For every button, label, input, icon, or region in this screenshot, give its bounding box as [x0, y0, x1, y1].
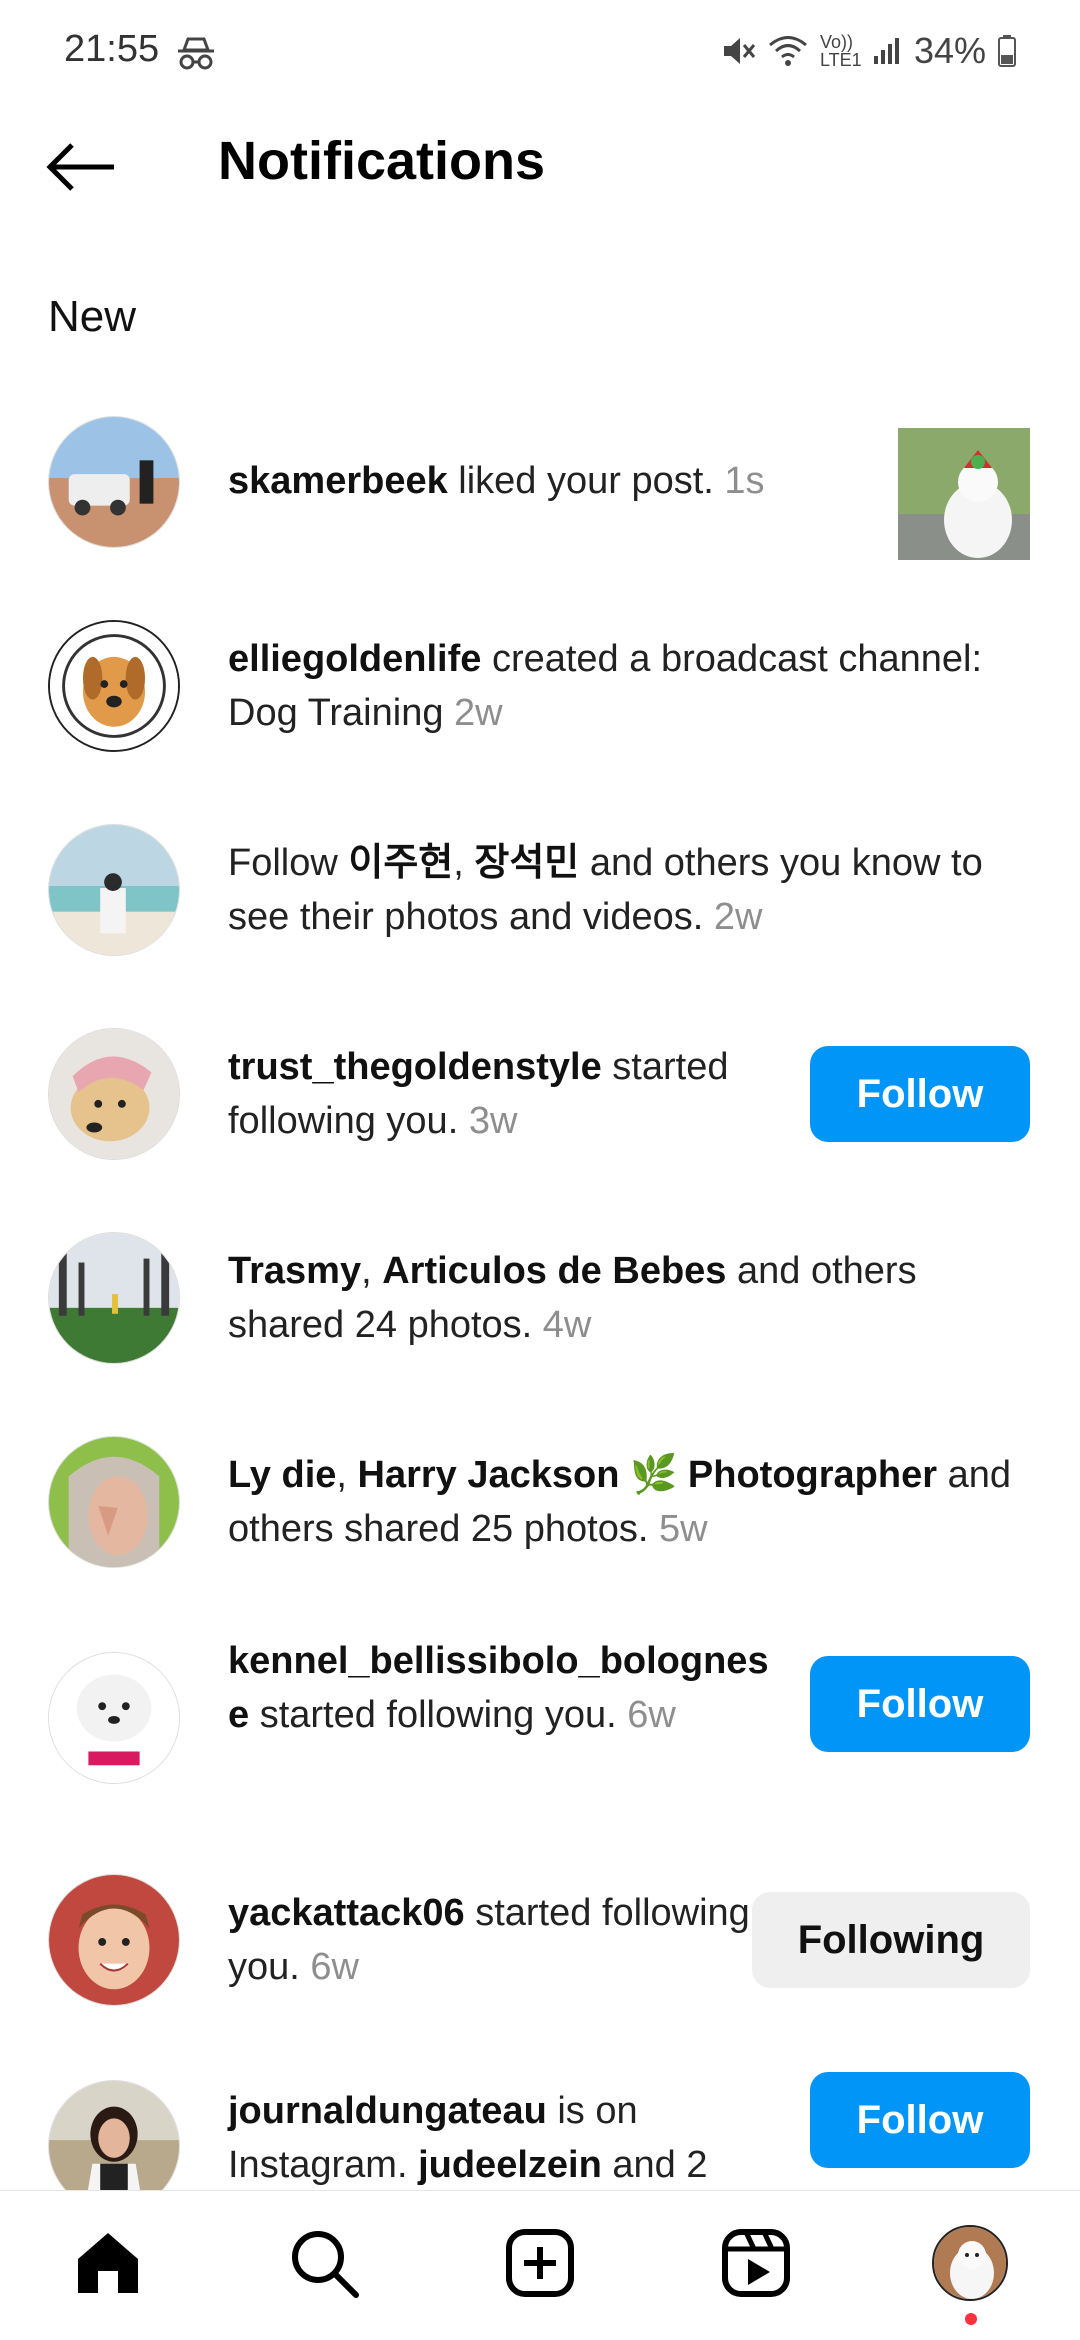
notification-text: journaldungateau is on Instagram. judeel… [228, 2084, 788, 2190]
notification-list[interactable]: skamerbeek liked your post. 1s elliegold… [0, 410, 1080, 2190]
username[interactable]: elliegoldenlife [228, 638, 481, 680]
username[interactable]: Trasmy [228, 1250, 361, 1292]
username-2[interactable]: 장석민 [474, 842, 579, 884]
notification-item[interactable]: elliegoldenlife created a broadcast chan… [0, 614, 1080, 814]
wifi-icon [768, 34, 808, 68]
following-button[interactable]: Following [752, 1892, 1030, 1988]
back-arrow-icon [46, 143, 114, 191]
avatar[interactable] [48, 1874, 180, 2006]
follow-button[interactable]: Follow [810, 1656, 1030, 1752]
network-label: Vo)) LTE1 [819, 32, 862, 70]
notification-item[interactable]: trust_thegoldenstyle started following y… [0, 1022, 1080, 1222]
header: Notifications [0, 110, 1080, 220]
section-new-label: New [48, 292, 137, 341]
search-icon [292, 2231, 359, 2298]
timestamp: 2w [454, 692, 503, 734]
status-bar: 21:55 Vo)) LTE1 34% [0, 0, 1080, 100]
avatar[interactable] [48, 1652, 180, 1784]
username[interactable]: Ly die [228, 1454, 336, 1496]
notification-item[interactable]: Follow 이주현, 장석민 and others you know to s… [0, 818, 1080, 1018]
username[interactable]: skamerbeek [228, 460, 448, 502]
home-icon [78, 2233, 138, 2293]
battery-text: 34% [913, 30, 986, 71]
notification-item[interactable]: skamerbeek liked your post. 1s [0, 410, 1080, 610]
post-thumbnail[interactable] [898, 428, 1030, 560]
username[interactable]: 이주현 [348, 842, 453, 884]
avatar[interactable] [48, 1436, 180, 1568]
message-prefix: Follow [228, 842, 349, 884]
status-icons: Vo)) LTE1 34% [720, 30, 1016, 72]
notification-text: kennel_bellissibolo_bolognese started fo… [228, 1634, 788, 1742]
message-text: started following you. [249, 1694, 628, 1736]
avatar[interactable] [48, 1232, 180, 1364]
avatar[interactable] [48, 1028, 180, 1160]
page-title: Notifications [218, 131, 546, 191]
incognito-icon [176, 36, 216, 70]
notification-item[interactable]: yackattack06 started following you. 6w F… [0, 1868, 1080, 2068]
username-2[interactable]: Harry Jackson 🌿 Photographer [358, 1454, 937, 1496]
signal-icon [872, 36, 902, 66]
timestamp: 2w [713, 896, 763, 938]
timestamp: 6w [627, 1694, 676, 1736]
bottom-nav [0, 2190, 1080, 2340]
timestamp: 6w [310, 1946, 359, 1988]
separator: , [336, 1454, 358, 1496]
follow-button[interactable]: Follow [810, 1046, 1030, 1142]
notification-text: elliegoldenlife created a broadcast chan… [228, 632, 1018, 740]
username[interactable]: journaldungateau [228, 2090, 547, 2132]
avatar[interactable] [48, 620, 180, 752]
avatar[interactable] [48, 824, 180, 956]
username-2[interactable]: judeelzein [418, 2144, 602, 2186]
username[interactable]: trust_thegoldenstyle [228, 1046, 602, 1088]
timestamp: 3w [468, 1100, 518, 1142]
follow-button[interactable]: Follow [810, 2072, 1030, 2168]
separator: , [361, 1250, 383, 1292]
notification-text: Trasmy, Articulos de Bebes and others sh… [228, 1244, 1018, 1352]
mute-icon [720, 33, 756, 69]
timestamp: 1s [724, 460, 765, 502]
nav-create[interactable] [500, 2223, 580, 2303]
notification-text: Ly die, Harry Jackson 🌿 Photographer and… [228, 1448, 1018, 1556]
notification-item[interactable]: Ly die, Harry Jackson 🌿 Photographer and… [0, 1430, 1080, 1630]
notification-item[interactable]: Trasmy, Articulos de Bebes and others sh… [0, 1226, 1080, 1426]
nav-search[interactable] [284, 2223, 364, 2303]
username[interactable]: yackattack06 [228, 1892, 465, 1934]
status-time: 21:55 [64, 28, 160, 70]
nav-home[interactable] [68, 2223, 148, 2303]
notification-text: Follow 이주현, 장석민 and others you know to s… [228, 836, 1018, 944]
notification-item[interactable]: kennel_bellissibolo_bolognese started fo… [0, 1634, 1080, 1834]
notification-text: yackattack06 started following you. 6w [228, 1886, 788, 1994]
username-2[interactable]: Articulos de Bebes [382, 1250, 726, 1292]
create-icon [506, 2229, 574, 2297]
avatar[interactable] [48, 416, 180, 548]
timestamp: 5w [658, 1508, 708, 1550]
battery-icon [998, 35, 1016, 67]
nav-profile-avatar[interactable] [932, 2225, 1008, 2301]
avatar[interactable] [48, 2080, 180, 2190]
reels-icon [722, 2229, 790, 2297]
nav-reels[interactable] [716, 2223, 796, 2303]
notification-dot [965, 2313, 977, 2325]
notification-text: skamerbeek liked your post. 1s [228, 454, 788, 508]
message-text: liked your post. [447, 460, 725, 502]
separator: , [453, 842, 475, 884]
back-button[interactable] [46, 132, 116, 202]
message-text-2: and 2 [601, 2144, 708, 2186]
timestamp: 4w [542, 1304, 592, 1346]
notification-text: trust_thegoldenstyle started following y… [228, 1040, 788, 1148]
notification-item[interactable]: journaldungateau is on Instagram. judeel… [0, 2072, 1080, 2190]
